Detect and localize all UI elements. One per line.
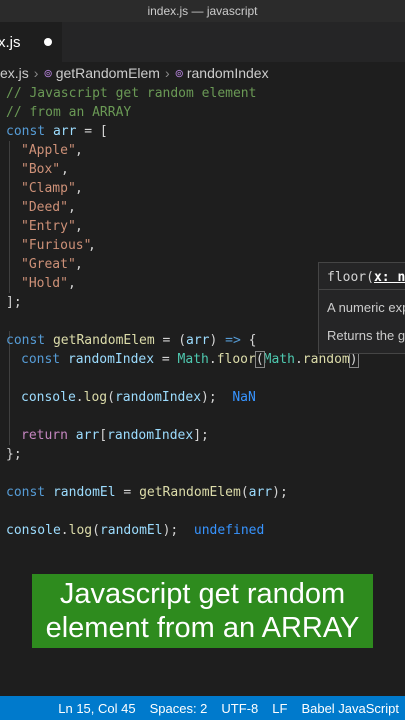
status-eol[interactable]: LF [272, 701, 287, 716]
code-line: const arr = [ [6, 124, 108, 139]
breadcrumb-file[interactable]: ex.js [0, 65, 29, 81]
code-line: return arr[randomIndex]; [21, 428, 209, 443]
tab-label: x.js [0, 33, 21, 51]
array-item: "Apple" [21, 143, 76, 158]
code-line: console.log(randomEl); undefined [6, 523, 265, 538]
status-bar: Ln 15, Col 45 Spaces: 2 UTF-8 LF Babel J… [0, 696, 405, 720]
array-item: "Hold" [21, 276, 68, 291]
status-indentation[interactable]: Spaces: 2 [150, 701, 208, 716]
array-item: "Box" [21, 162, 61, 177]
code-line: const randomIndex = Math.floor(Math.rand… [21, 351, 359, 368]
code-line: }; [6, 447, 22, 462]
video-caption: Javascript get random element from an AR… [32, 574, 373, 648]
hover-divider [319, 289, 405, 290]
status-encoding[interactable]: UTF-8 [221, 701, 258, 716]
array-item: "Furious" [21, 238, 92, 253]
array-item: "Clamp" [21, 181, 76, 196]
inline-result: NaN [232, 390, 256, 405]
breadcrumb-function[interactable]: getRandomElem [56, 65, 160, 81]
caption-line: element from an ARRAY [45, 612, 360, 644]
hover-description: Returns the g [327, 328, 405, 343]
caption-line: Javascript get random [59, 578, 346, 610]
breadcrumb-variable[interactable]: randomIndex [187, 65, 269, 81]
symbol-variable-icon: ⊚ [174, 67, 184, 80]
hover-description: A numeric exp [327, 300, 405, 315]
indent-guide [9, 141, 10, 293]
status-cursor-position[interactable]: Ln 15, Col 45 [58, 701, 135, 716]
code-line: const getRandomElem = (arr) => { [6, 333, 257, 348]
tab-index-js[interactable]: x.js [0, 22, 62, 62]
hover-tooltip: floor(x: n A numeric exp Returns the g [318, 262, 405, 354]
inline-result: undefined [193, 523, 265, 538]
symbol-method-icon: ⊚ [43, 67, 53, 80]
code-line: // from an ARRAY [6, 105, 132, 120]
code-line: const randomEl = getRandomElem(arr); [6, 485, 288, 500]
code-line: ]; [6, 295, 22, 310]
array-item: "Entry" [21, 219, 76, 234]
hover-signature: floor(x: n [327, 270, 405, 285]
chevron-right-icon: › [33, 65, 39, 81]
window-title-bar: index.js — javascript [0, 0, 405, 22]
array-item: "Deed" [21, 200, 68, 215]
unsaved-dot-icon[interactable] [44, 38, 52, 46]
tab-bar: x.js [0, 22, 405, 62]
code-line: // Javascript get random element [6, 86, 257, 101]
window-title: index.js — javascript [147, 4, 258, 18]
breadcrumb: ex.js › ⊚ getRandomElem › ⊚ randomIndex [0, 62, 405, 84]
code-line: console.log(randomIndex); NaN [21, 390, 256, 405]
status-language[interactable]: Babel JavaScript [301, 701, 399, 716]
array-item: "Great" [21, 257, 76, 272]
chevron-right-icon: › [164, 65, 170, 81]
